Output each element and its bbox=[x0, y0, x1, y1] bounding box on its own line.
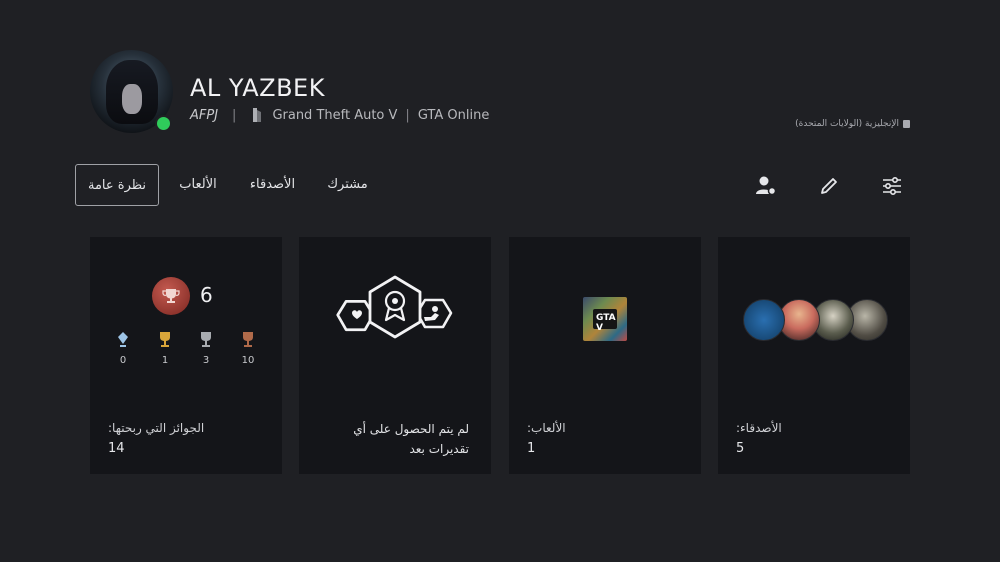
games-card[interactable]: GTA V الألعاب: 1 bbox=[509, 237, 701, 474]
online-id: AFPJ bbox=[190, 107, 219, 123]
platinum-count: 0 bbox=[113, 331, 133, 366]
silver-count-value: 3 bbox=[202, 355, 210, 366]
separator: | bbox=[232, 107, 237, 123]
friends-card[interactable]: الأصدقاء: 5 bbox=[718, 237, 910, 474]
tab-shared[interactable]: مشترك bbox=[325, 164, 370, 206]
now-playing-game: Grand Theft Auto V bbox=[272, 107, 398, 123]
trophy-icon bbox=[162, 289, 180, 303]
friends-count: 5 bbox=[736, 441, 745, 456]
ps5-console-icon bbox=[250, 107, 264, 123]
silver-count: 3 bbox=[196, 331, 216, 366]
trophies-label: الجوائز التي ربحتها: bbox=[108, 421, 205, 435]
language-icon bbox=[903, 120, 910, 128]
bronze-count: 10 bbox=[238, 331, 258, 366]
edit-icon bbox=[821, 178, 837, 194]
now-playing-separator: | bbox=[405, 107, 410, 123]
game-logo: GTA V bbox=[593, 309, 617, 333]
games-count: 1 bbox=[527, 441, 536, 456]
profile-name: AL YAZBEK bbox=[190, 74, 325, 102]
tab-games[interactable]: الألعاب bbox=[173, 164, 223, 206]
badges-card[interactable]: لم يتم الحصول على أي تقديرات بعد bbox=[299, 237, 491, 474]
platinum-count-value: 0 bbox=[119, 355, 127, 366]
gold-count: 1 bbox=[155, 331, 175, 366]
silver-trophy-icon bbox=[201, 332, 211, 347]
avatar-face bbox=[122, 84, 142, 114]
trophy-level-badge bbox=[152, 277, 190, 315]
edit-profile-button[interactable] bbox=[815, 172, 843, 200]
language-indicator: الإنجليزية (الولايات المتحدة) bbox=[795, 119, 910, 129]
gold-trophy-icon bbox=[160, 332, 170, 347]
friend-request-icon bbox=[756, 176, 777, 196]
tab-overview[interactable]: نظرة عامة bbox=[75, 164, 159, 206]
settings-sliders-icon bbox=[883, 176, 901, 196]
bronze-count-value: 10 bbox=[241, 355, 255, 366]
games-label: الألعاب: bbox=[527, 421, 566, 435]
game-thumbnail: GTA V bbox=[583, 297, 627, 341]
friend-request-button[interactable] bbox=[752, 172, 780, 200]
friends-label: الأصدقاء: bbox=[736, 421, 782, 435]
trophy-level: 6 bbox=[200, 283, 213, 307]
badges-icon bbox=[336, 275, 453, 339]
tab-friends[interactable]: الأصدقاء bbox=[245, 164, 300, 206]
trophies-card[interactable]: 6 0 1 3 10 الجوائز التي ربحتها: 14 bbox=[90, 237, 282, 474]
trophies-total: 14 bbox=[108, 441, 125, 456]
options-button[interactable] bbox=[878, 172, 906, 200]
gold-count-value: 1 bbox=[161, 355, 169, 366]
game-logo-text: GTA V bbox=[596, 313, 616, 333]
friend-avatar bbox=[743, 299, 785, 341]
bronze-trophy-icon bbox=[243, 332, 253, 347]
no-badges-message: لم يتم الحصول على أي تقديرات بعد bbox=[353, 422, 469, 456]
now-playing-mode: GTA Online bbox=[417, 107, 490, 123]
platinum-trophy-icon bbox=[118, 332, 128, 347]
language-label: الإنجليزية (الولايات المتحدة) bbox=[795, 119, 899, 129]
profile-subline: AFPJ | Grand Theft Auto V | GTA Online bbox=[190, 107, 489, 123]
online-status-dot bbox=[155, 115, 172, 132]
